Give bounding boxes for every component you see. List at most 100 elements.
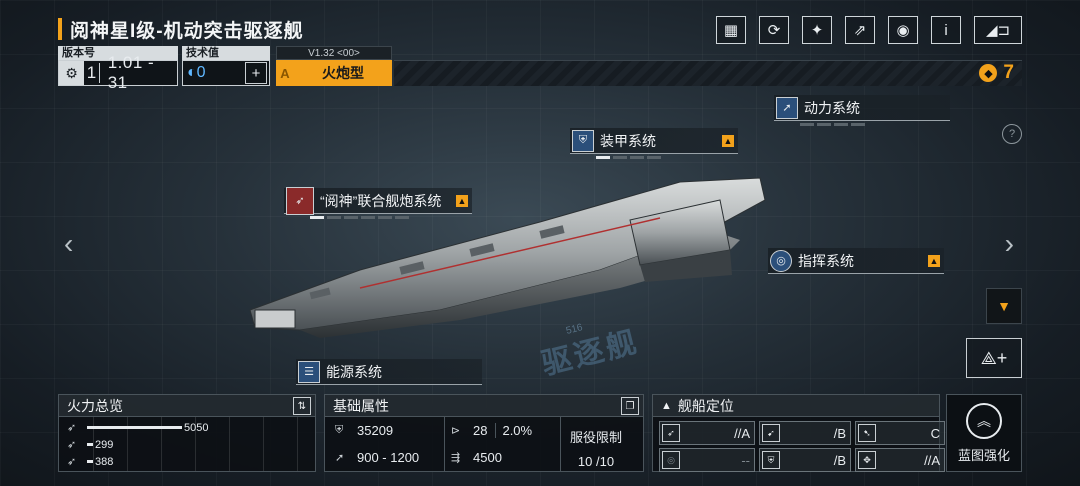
shield-icon: ⛨ — [572, 129, 594, 152]
sniper-icon: ➹ — [762, 424, 780, 442]
warp-cell: ⇶ 4500 — [445, 444, 561, 471]
info-icon[interactable]: i — [931, 16, 961, 44]
system-label-gun: “阅神”联合舰炮系统 — [320, 192, 442, 209]
system-tag-energy[interactable]: ☰ 能源系统 — [296, 359, 482, 385]
weapon-icon: ➶ — [67, 456, 77, 468]
firepower-row: ➶ 5050 — [59, 419, 315, 436]
support-icon: ➷ — [858, 424, 876, 442]
view-icon[interactable]: ◉ — [888, 16, 918, 44]
blueprint-enhance-button[interactable]: ︽ 蓝图强化 — [946, 394, 1022, 472]
weapon-icon: ➶ — [67, 439, 77, 451]
system-label-power: 动力系统 — [804, 99, 860, 116]
upgrade-icon: ▲ — [456, 194, 468, 207]
role-cell[interactable]: ➹ /B — [759, 421, 851, 445]
role-cell[interactable]: ➷ C — [855, 421, 945, 445]
power-icon: ➚ — [776, 96, 798, 119]
warp-value: 4500 — [473, 450, 502, 465]
version-major: 1 — [84, 63, 100, 83]
pip — [834, 123, 848, 126]
tech-label: 技术值 — [182, 46, 270, 60]
pips-gun — [310, 216, 409, 219]
blueprint-icon[interactable]: ▦ — [716, 16, 746, 44]
system-tag-gun[interactable]: ➶ “阅神”联合舰炮系统 ▲ — [284, 186, 472, 219]
energy-icon: ☰ — [298, 360, 320, 383]
pip — [310, 216, 324, 219]
prev-ship-arrow[interactable]: ‹ — [64, 228, 73, 260]
system-label-armor: 装甲系统 — [600, 132, 656, 149]
pip — [800, 123, 814, 126]
role-rating: -- — [741, 452, 750, 468]
pip — [817, 123, 831, 126]
firepower-header: 火力总览 ⇅ — [59, 395, 315, 417]
type-name: 火炮型 — [322, 65, 364, 81]
system-tag-power[interactable]: ➚ 动力系统 — [774, 95, 950, 126]
tech-icon: ◐ — [187, 64, 197, 81]
dropdown-icon[interactable]: ▼ — [986, 288, 1022, 324]
pips-armor — [596, 156, 661, 159]
command-icon: ◎ — [770, 249, 792, 272]
positioning-grid: ➶//A ➹ /B ➷ C ◎ -- ⛨/B ✥//A — [653, 417, 945, 475]
tech-add-button[interactable]: + — [245, 62, 267, 84]
firepower-row: ➶ 299 — [59, 436, 315, 453]
speed-cell: ➚ 900 - 1200 — [335, 444, 445, 471]
role-rating: /B — [833, 425, 846, 441]
cannon-icon: ➶ — [286, 186, 314, 215]
firepower-value: 5050 — [184, 421, 209, 434]
system-label-energy: 能源系统 — [326, 363, 382, 380]
pip — [378, 216, 392, 219]
positioning-panel: ▲ 舰船定位 ➶//A ➹ /B ➷ C ◎ -- ⛨/B ✥//A — [652, 394, 945, 475]
firepower-rows: ➶ 5050 ➶ 299 ➶ 388 — [59, 417, 315, 470]
role-cell[interactable]: ◎ -- — [659, 448, 755, 472]
title-accent — [58, 18, 62, 40]
system-label-command: 指挥系统 — [798, 252, 854, 269]
system-tag-armor[interactable]: ⛨ 装甲系统 ▲ — [570, 128, 738, 159]
firepower-value: 388 — [95, 455, 114, 468]
cost-display: ◆ 7 — [979, 62, 1014, 84]
version-minor: 1.01 - 31 — [107, 53, 155, 92]
title-bar: 阅神星I级-机动突击驱逐舰 — [58, 14, 304, 44]
role-cell[interactable]: ⛨ /B — [759, 448, 851, 472]
positioning-title: 舰船定位 — [677, 397, 734, 414]
firepower-bar-1 — [87, 443, 93, 446]
upgrade-icon: ▲ — [928, 254, 940, 267]
attributes-panel: 基础属性 ❐ ⛨ 35209 ⊳ 28 2.0% ➚ 900 - 1200 ⇶ … — [324, 394, 644, 472]
cost-icon: ◆ — [979, 64, 998, 82]
armor-value: 28 — [473, 423, 488, 438]
pip — [361, 216, 375, 219]
pip — [344, 216, 358, 219]
role-rating: //A — [924, 452, 940, 468]
firepower-bar-2 — [87, 460, 93, 463]
help-icon[interactable]: ? — [1002, 124, 1022, 144]
speed-icon: ➚ — [335, 452, 345, 464]
system-tag-command[interactable]: ◎ 指挥系统 ▲ — [768, 248, 944, 274]
role-rating: //A — [734, 425, 750, 441]
speed-value: 900 - 1200 — [357, 450, 420, 465]
refresh-icon[interactable]: ⟳ — [759, 16, 789, 44]
type-version: V1.32 <00> — [276, 46, 392, 60]
cost-value: 7 — [1003, 62, 1014, 83]
fleet-add-icon[interactable]: ⟁+ — [966, 338, 1022, 378]
type-grade: A — [280, 65, 290, 81]
positioning-icon: ▲ — [661, 399, 672, 412]
defense-icon: ⛨ — [762, 451, 780, 469]
armor-percent: 2.0% — [495, 423, 532, 438]
next-ship-arrow[interactable]: › — [1005, 228, 1014, 260]
info-strip: 版本号 ⚙ 1 1.01 - 31 技术值 ◐0 + V1.32 <00> A … — [58, 46, 1022, 92]
role-cell[interactable]: ➶ //A — [659, 421, 755, 445]
pip — [630, 156, 644, 159]
pip — [596, 156, 610, 159]
share-icon[interactable]: ⇗ — [845, 16, 875, 44]
tech-value: ◐0 — [183, 64, 245, 82]
back-icon[interactable]: ◢⊐ — [974, 16, 1022, 44]
crew-icon[interactable]: ✦ — [802, 16, 832, 44]
expand-icon[interactable]: ❐ — [621, 397, 639, 415]
page-title: 阅神星I级-机动突击驱逐舰 — [70, 20, 304, 42]
warp-icon: ⇶ — [451, 452, 461, 464]
hp-icon: ⛨ — [335, 424, 344, 436]
role-cell[interactable]: ✥ //A — [855, 448, 945, 472]
attributes-title: 基础属性 — [333, 397, 389, 414]
attributes-header: 基础属性 ❐ — [325, 395, 643, 417]
pip — [613, 156, 627, 159]
hp-value: 35209 — [357, 423, 394, 438]
toggle-icon[interactable]: ⇅ — [293, 397, 311, 415]
